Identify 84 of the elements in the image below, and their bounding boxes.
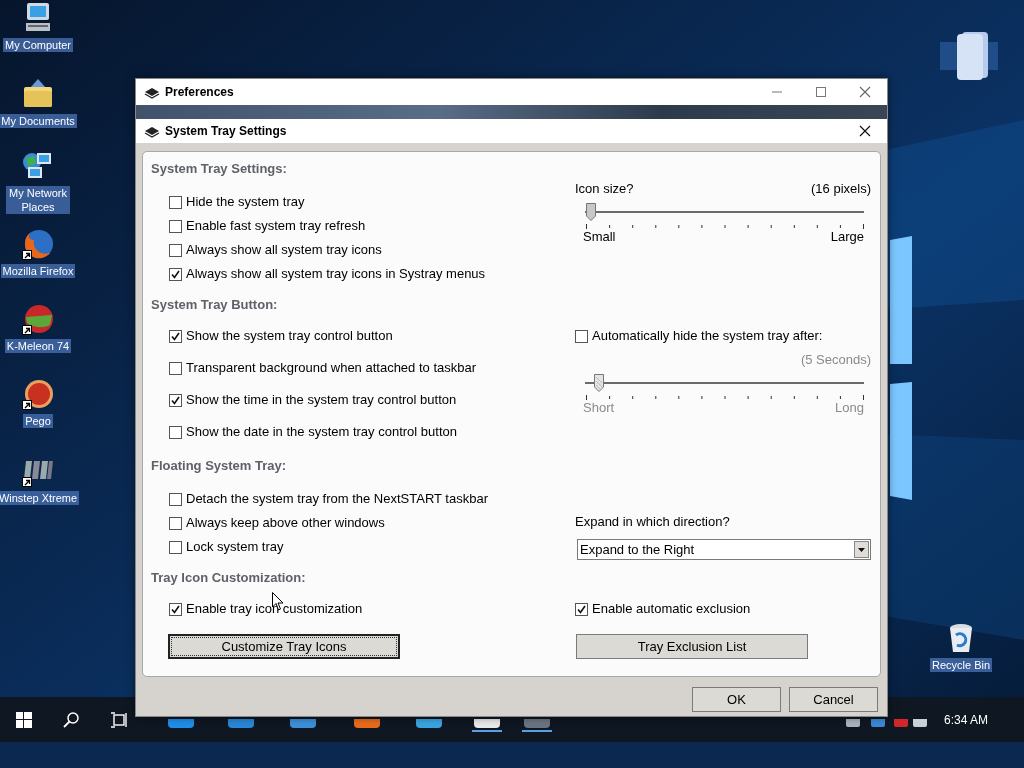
shortcut-arrow-icon bbox=[22, 477, 32, 487]
icon-label[interactable]: Mozilla Firefox bbox=[0, 264, 76, 278]
checkbox-label[interactable]: Show the time in the system tray control button bbox=[186, 390, 457, 410]
icon-label[interactable]: My Computer bbox=[3, 38, 73, 52]
checkbox-label[interactable]: Enable tray icon customization bbox=[186, 599, 363, 619]
icon-label[interactable]: My Documents bbox=[0, 114, 77, 128]
shortcut-arrow-icon bbox=[22, 400, 32, 410]
folder-icon[interactable] bbox=[22, 78, 54, 110]
slider-value: (5 Seconds) bbox=[800, 352, 871, 368]
checkbox[interactable] bbox=[169, 195, 182, 209]
check-icon bbox=[171, 604, 180, 614]
checkbox-label[interactable]: Lock system tray bbox=[186, 537, 284, 557]
checkbox[interactable] bbox=[169, 243, 182, 257]
window-title: Preferences bbox=[165, 84, 235, 101]
icon-label[interactable]: Pego bbox=[23, 414, 53, 428]
app-icon bbox=[144, 85, 160, 99]
checkbox[interactable] bbox=[169, 492, 182, 506]
search-icon[interactable] bbox=[63, 712, 79, 728]
button[interactable]: Tray Exclusion List bbox=[576, 634, 808, 659]
shortcut-arrow-icon bbox=[22, 250, 32, 260]
checkbox-label[interactable]: Always show all system tray icons in Systray menus bbox=[186, 264, 486, 284]
checkbox[interactable] bbox=[169, 361, 182, 375]
caret-icon bbox=[858, 547, 865, 552]
taskbar-app-icon[interactable] bbox=[522, 719, 552, 732]
section-title: Floating System Tray: bbox=[151, 458, 288, 474]
button[interactable]: Cancel bbox=[789, 687, 878, 712]
clock[interactable]: 6:34 AM bbox=[944, 711, 989, 729]
checkbox[interactable] bbox=[169, 329, 182, 343]
dialog-title: System Tray Settings bbox=[165, 123, 288, 140]
shortcut-arrow-icon bbox=[22, 325, 32, 335]
slider-thumb[interactable] bbox=[585, 203, 596, 221]
ball-icon[interactable] bbox=[22, 378, 54, 410]
checkbox-label[interactable]: Automatically hide the system tray after: bbox=[592, 326, 823, 346]
checkbox-label[interactable]: Show the date in the system tray control button bbox=[186, 422, 457, 442]
document-stack-icon[interactable] bbox=[940, 30, 998, 80]
app-icon bbox=[144, 124, 160, 138]
icon-label[interactable]: Recycle Bin bbox=[929, 658, 993, 672]
check-icon bbox=[171, 395, 180, 405]
tray-icon[interactable] bbox=[870, 719, 886, 728]
checkbox[interactable] bbox=[169, 425, 182, 439]
checkbox-label[interactable]: Hide the system tray bbox=[186, 192, 305, 212]
check-icon bbox=[171, 269, 180, 279]
checkbox-label[interactable]: Show the system tray control button bbox=[186, 326, 393, 346]
checkbox[interactable] bbox=[169, 516, 182, 530]
checkbox-label[interactable]: Detach the system tray from the NextSTART taskbar bbox=[186, 489, 488, 509]
button[interactable]: OK bbox=[692, 687, 781, 712]
checkbox[interactable] bbox=[169, 219, 182, 233]
ball-icon[interactable] bbox=[22, 303, 54, 335]
checkbox[interactable] bbox=[169, 393, 182, 407]
checkbox[interactable] bbox=[169, 267, 182, 281]
section-title: System Tray Settings: bbox=[151, 161, 288, 177]
slider-min-label: Short bbox=[583, 400, 615, 416]
taskbar-app-icon[interactable] bbox=[472, 719, 502, 732]
checkbox[interactable] bbox=[575, 602, 588, 616]
close-icon bbox=[859, 86, 871, 98]
icon-label[interactable]: My Network Places bbox=[6, 186, 70, 214]
section-title: System Tray Button: bbox=[151, 297, 279, 313]
check-icon bbox=[577, 604, 586, 614]
tray-icon[interactable] bbox=[845, 719, 861, 728]
checkbox-label[interactable]: Always show all system tray icons bbox=[186, 240, 382, 260]
checkbox-label[interactable]: Transparent background when attached to taskbar bbox=[186, 358, 477, 378]
slider-min-label: Small bbox=[583, 229, 616, 245]
checkbox-label[interactable]: Enable automatic exclusion bbox=[592, 599, 751, 619]
button[interactable]: Customize Tray Icons bbox=[168, 634, 400, 659]
checkbox-label[interactable]: Enable fast system tray refresh bbox=[186, 216, 366, 236]
slider-max-label: Long bbox=[835, 400, 864, 416]
slider-value: (16 pixels) bbox=[811, 181, 871, 197]
section-title: Tray Icon Customization: bbox=[151, 570, 307, 586]
checkbox[interactable] bbox=[169, 602, 182, 616]
task-view-icon[interactable] bbox=[111, 712, 128, 728]
dropdown[interactable]: Expand to the Right bbox=[577, 539, 871, 560]
checkbox-label[interactable]: Always keep above other windows bbox=[186, 513, 385, 533]
checkbox[interactable] bbox=[169, 540, 182, 554]
tray-icon[interactable] bbox=[912, 719, 928, 728]
checkbox[interactable] bbox=[575, 329, 588, 343]
slider-max-label: Large bbox=[830, 229, 864, 245]
dropdown-label: Expand in which direction? bbox=[575, 514, 731, 530]
close-icon bbox=[859, 125, 871, 137]
start-icon[interactable] bbox=[16, 712, 32, 728]
check-icon bbox=[171, 331, 180, 341]
maximize-icon bbox=[815, 86, 827, 98]
slider-label: Icon size? bbox=[575, 181, 634, 197]
globe-icon[interactable] bbox=[22, 228, 54, 260]
icon-label[interactable]: K-Meleon 74 bbox=[4, 339, 72, 353]
